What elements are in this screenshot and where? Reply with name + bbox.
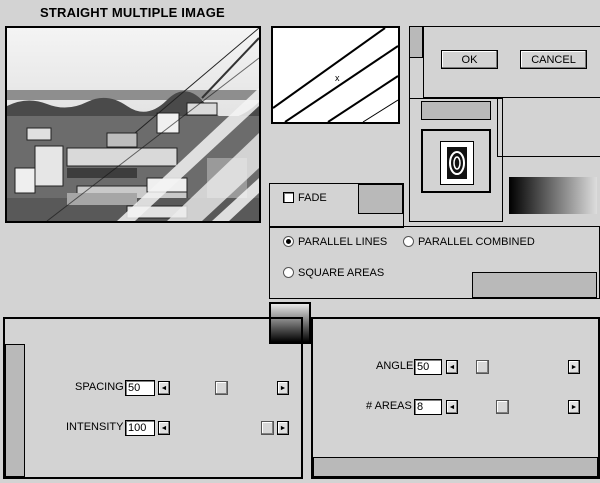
fade-label: FADE (298, 192, 327, 204)
areas-left-arrow-icon[interactable]: ◄ (446, 400, 458, 414)
areas-field[interactable] (414, 399, 442, 415)
intensity-left-arrow-icon[interactable]: ◄ (158, 421, 170, 435)
angle-panel (311, 317, 600, 479)
areas-right-arrow-icon[interactable]: ► (568, 400, 580, 414)
intensity-right-arrow-icon[interactable]: ► (277, 421, 289, 435)
radio-label-parallel-combined: PARALLEL COMBINED (418, 236, 535, 248)
spacing-panel (3, 317, 303, 479)
icon-panel-header (421, 101, 491, 120)
radio-label-square-areas: SQUARE AREAS (298, 267, 385, 279)
angle-right-arrow-icon[interactable]: ► (568, 360, 580, 374)
angle-bottom-block (313, 457, 598, 477)
cancel-button[interactable]: CANCEL (520, 50, 587, 69)
fade-checkbox[interactable] (283, 192, 294, 203)
spacing-left-arrow-icon[interactable]: ◄ (158, 381, 170, 395)
angle-slider-thumb[interactable] (476, 360, 489, 374)
radio-label-parallel-lines: PARALLEL LINES (298, 236, 388, 248)
gradient-swatch (509, 177, 597, 214)
areas-label: # AREAS (366, 400, 412, 412)
angle-preview: x (271, 26, 400, 124)
angle-field[interactable] (414, 359, 442, 375)
radio-parallel-lines[interactable] (283, 236, 294, 247)
svg-text:x: x (335, 73, 340, 83)
spacing-slider-thumb[interactable] (215, 381, 228, 395)
spacing-label: SPACING (75, 381, 124, 393)
intensity-slider-thumb[interactable] (261, 421, 274, 435)
mode-block (472, 272, 597, 298)
radio-parallel-combined[interactable] (403, 236, 414, 247)
window-title: STRAIGHT MULTIPLE IMAGE (40, 5, 225, 20)
radio-square-areas[interactable] (283, 267, 294, 278)
intensity-label: INTENSITY (66, 421, 124, 433)
fade-block (358, 184, 403, 214)
angle-label: ANGLE (376, 360, 414, 372)
spacing-field[interactable] (125, 380, 155, 396)
fade-panel (269, 183, 404, 228)
radio-selected-dot (286, 239, 291, 244)
ok-button[interactable]: OK (441, 50, 498, 69)
spacing-right-arrow-icon[interactable]: ► (277, 381, 289, 395)
icon-panel (409, 98, 503, 222)
filter-icon (440, 141, 474, 185)
areas-slider-thumb[interactable] (496, 400, 509, 414)
angle-left-arrow-icon[interactable]: ◄ (446, 360, 458, 374)
spacing-side-block (5, 344, 25, 477)
preview-image (5, 26, 261, 223)
intensity-field[interactable] (125, 420, 155, 436)
